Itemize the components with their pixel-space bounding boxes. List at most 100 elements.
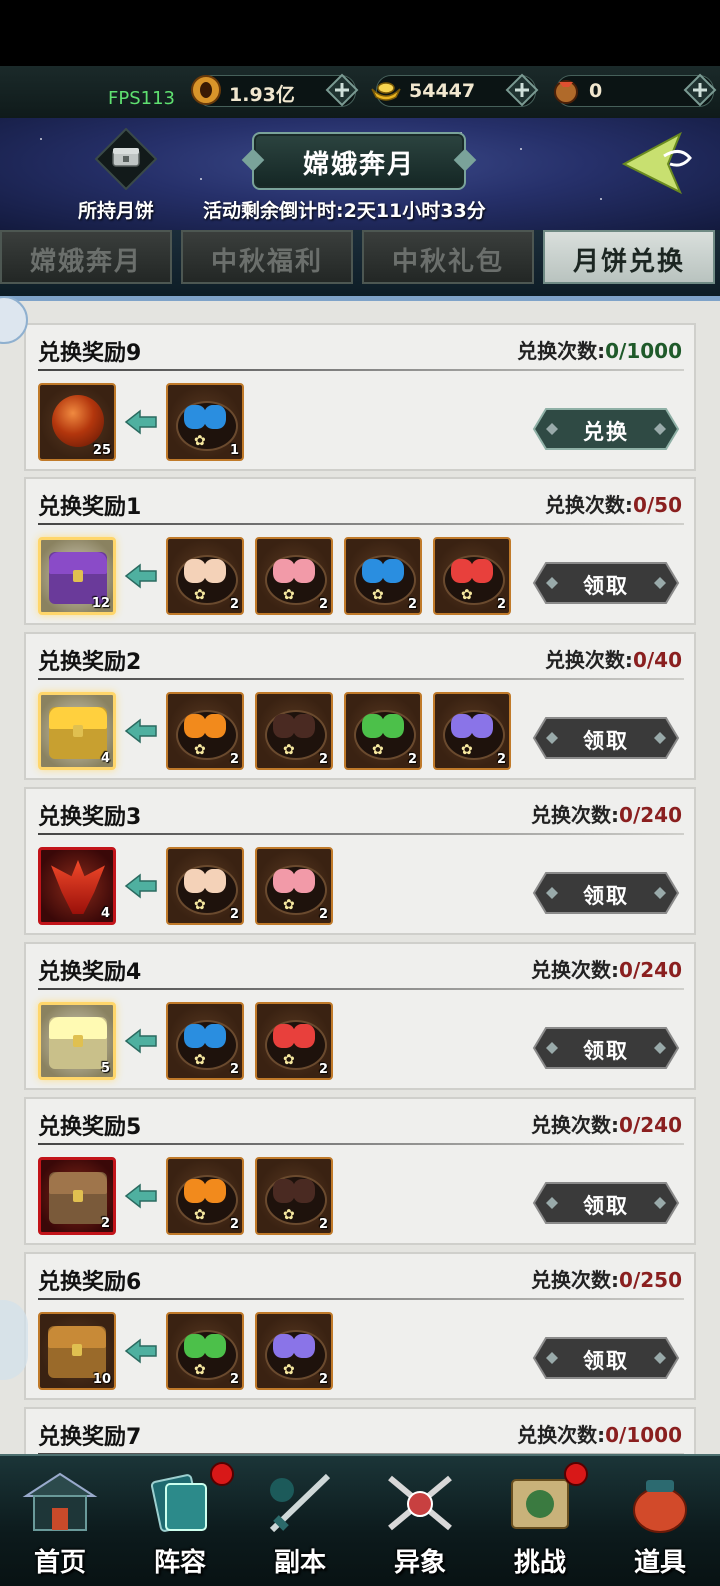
claim-button[interactable]: 领取 bbox=[532, 716, 680, 760]
mooncake-cost[interactable]: ✿ 1 bbox=[166, 383, 244, 461]
button-label: 领取 bbox=[583, 1194, 629, 1218]
exchange-arrow-icon bbox=[124, 1183, 157, 1209]
mooncake-box-icon[interactable] bbox=[95, 128, 157, 190]
exchange-count-value: 0/1000 bbox=[605, 339, 682, 363]
chest-icon bbox=[49, 1017, 107, 1069]
underline bbox=[38, 523, 684, 525]
exchange-arrow-icon bbox=[124, 718, 157, 744]
mooncake-cost[interactable]: ✿ 2 bbox=[433, 537, 511, 615]
reward-item[interactable]: 2 bbox=[38, 1157, 116, 1235]
nav-dungeon[interactable]: 副本 bbox=[240, 1456, 360, 1586]
mooncake-cost[interactable]: ✿ 2 bbox=[433, 692, 511, 770]
helmet-icon bbox=[51, 860, 105, 914]
reward-name: 兑换奖励3 bbox=[38, 805, 142, 830]
exchange-count-label: 兑换次数: bbox=[544, 493, 633, 517]
exchange-count-value: 0/240 bbox=[619, 1113, 682, 1137]
fire-orb-icon bbox=[52, 395, 104, 447]
mooncake-icon bbox=[471, 714, 493, 738]
nav-home[interactable]: 首页 bbox=[0, 1456, 120, 1586]
add-items-icon[interactable] bbox=[683, 73, 717, 107]
claim-button[interactable]: 领取 bbox=[532, 1336, 680, 1380]
mooncake-icon bbox=[184, 405, 206, 429]
item-quantity: 12 bbox=[91, 596, 110, 611]
claim-button[interactable]: 领取 bbox=[532, 561, 680, 605]
reward-card: 兑换奖励5 兑换次数:0/240 2 ✿ 2 ✿ 2 领取 bbox=[24, 1097, 696, 1245]
reward-item[interactable]: 4 bbox=[38, 847, 116, 925]
exchange-arrow-icon bbox=[124, 1338, 157, 1364]
mooncake-cost[interactable]: ✿ 2 bbox=[255, 537, 333, 615]
flower-icon: ✿ bbox=[372, 587, 384, 603]
mooncake-icon bbox=[204, 1334, 226, 1358]
mooncake-icon bbox=[293, 714, 315, 738]
mooncake-cost[interactable]: ✿ 2 bbox=[166, 1002, 244, 1080]
reward-card: 兑换奖励2 兑换次数:0/40 4 ✿ 2 ✿ 2 ✿ 2 ✿ 2 领取 bbox=[24, 632, 696, 780]
mooncake-cost[interactable]: ✿ 2 bbox=[255, 1002, 333, 1080]
exchange-button[interactable]: 兑换 bbox=[532, 407, 680, 451]
mooncake-cost[interactable]: ✿ 2 bbox=[255, 1157, 333, 1235]
flower-icon: ✿ bbox=[194, 1207, 206, 1223]
event-countdown: 活动剩余倒计时:2天11小时33分 bbox=[203, 200, 486, 222]
exchange-count: 兑换次数:0/1000 bbox=[517, 1419, 682, 1448]
reward-item[interactable]: 5 bbox=[38, 1002, 116, 1080]
item-quantity: 5 bbox=[100, 1061, 110, 1076]
exchange-count: 兑换次数:0/240 bbox=[531, 799, 682, 828]
mooncake-icon bbox=[273, 1024, 295, 1048]
tab-festival-welfare[interactable]: 中秋福利 bbox=[181, 230, 353, 284]
underline bbox=[38, 988, 684, 990]
reward-item[interactable]: 12 bbox=[38, 537, 116, 615]
add-coins-icon[interactable] bbox=[325, 73, 359, 107]
nav-challenge[interactable]: 挑战 bbox=[480, 1456, 600, 1586]
mooncake-cost[interactable]: ✿ 2 bbox=[166, 847, 244, 925]
exchange-count-label: 兑换次数: bbox=[531, 803, 620, 827]
reward-card: 兑换奖励4 兑换次数:0/240 5 ✿ 2 ✿ 2 领取 bbox=[24, 942, 696, 1090]
side-handle-expand[interactable] bbox=[0, 1300, 28, 1380]
mooncake-cost[interactable]: ✿ 2 bbox=[255, 1312, 333, 1390]
fps-counter: FPS113 bbox=[108, 88, 175, 109]
ingot-icon bbox=[371, 82, 401, 101]
mooncake-icon bbox=[204, 869, 226, 893]
exchange-count: 兑换次数:0/240 bbox=[531, 954, 682, 983]
item-quantity: 2 bbox=[407, 752, 417, 767]
exchange-count-label: 兑换次数: bbox=[531, 1113, 620, 1137]
nav-items[interactable]: 道具 bbox=[600, 1456, 720, 1586]
mooncake-cost[interactable]: ✿ 2 bbox=[166, 692, 244, 770]
mooncake-icon bbox=[451, 714, 473, 738]
coins-value: 1.93亿 bbox=[229, 84, 295, 106]
exchange-count: 兑换次数:0/240 bbox=[531, 1109, 682, 1138]
flower-icon: ✿ bbox=[372, 742, 384, 758]
claim-button[interactable]: 领取 bbox=[532, 1026, 680, 1070]
tab-festival-gift[interactable]: 中秋礼包 bbox=[362, 230, 534, 284]
item-quantity: 4 bbox=[100, 906, 110, 921]
claim-button[interactable]: 领取 bbox=[532, 1181, 680, 1225]
reward-list[interactable]: 兑换奖励9 兑换次数:0/1000 25 ✿ 1 兑换 兑换奖励1 兑换次数:0/50… bbox=[0, 301, 720, 1454]
item-quantity: 2 bbox=[229, 1062, 239, 1077]
tab-label: 中秋礼包 bbox=[391, 247, 504, 277]
nav-phenomenon[interactable]: 异象 bbox=[360, 1456, 480, 1586]
mooncake-icon bbox=[451, 559, 473, 583]
reward-item[interactable]: 25 bbox=[38, 383, 116, 461]
claim-button[interactable]: 领取 bbox=[532, 871, 680, 915]
item-quantity: 2 bbox=[229, 597, 239, 612]
mooncake-cost[interactable]: ✿ 2 bbox=[344, 692, 422, 770]
exchange-arrow-icon bbox=[124, 873, 157, 899]
reward-item[interactable]: 10 bbox=[38, 1312, 116, 1390]
reward-card: 兑换奖励9 兑换次数:0/1000 25 ✿ 1 兑换 bbox=[24, 323, 696, 471]
mooncake-cost[interactable]: ✿ 2 bbox=[166, 537, 244, 615]
reward-name: 兑换奖励2 bbox=[38, 650, 142, 675]
mooncake-cost[interactable]: ✿ 2 bbox=[166, 1157, 244, 1235]
reward-item[interactable]: 4 bbox=[38, 692, 116, 770]
nav-lineup[interactable]: 阵容 bbox=[120, 1456, 240, 1586]
tab-label: 嫦娥奔月 bbox=[29, 247, 142, 277]
mooncake-cost[interactable]: ✿ 2 bbox=[166, 1312, 244, 1390]
add-ingots-icon[interactable] bbox=[505, 73, 539, 107]
item-quantity: 2 bbox=[318, 907, 328, 922]
mooncake-cost[interactable]: ✿ 2 bbox=[344, 537, 422, 615]
mooncake-icon bbox=[273, 869, 295, 893]
mooncake-cost[interactable]: ✿ 2 bbox=[255, 692, 333, 770]
mooncake-cost[interactable]: ✿ 2 bbox=[255, 847, 333, 925]
back-icon[interactable] bbox=[620, 128, 700, 198]
mooncake-icon bbox=[273, 1334, 295, 1358]
tab-moon-goddess[interactable]: 嫦娥奔月 bbox=[0, 230, 172, 284]
exchange-count-value: 0/40 bbox=[632, 648, 682, 672]
tab-mooncake-exchange[interactable]: 月饼兑换 bbox=[543, 230, 715, 284]
